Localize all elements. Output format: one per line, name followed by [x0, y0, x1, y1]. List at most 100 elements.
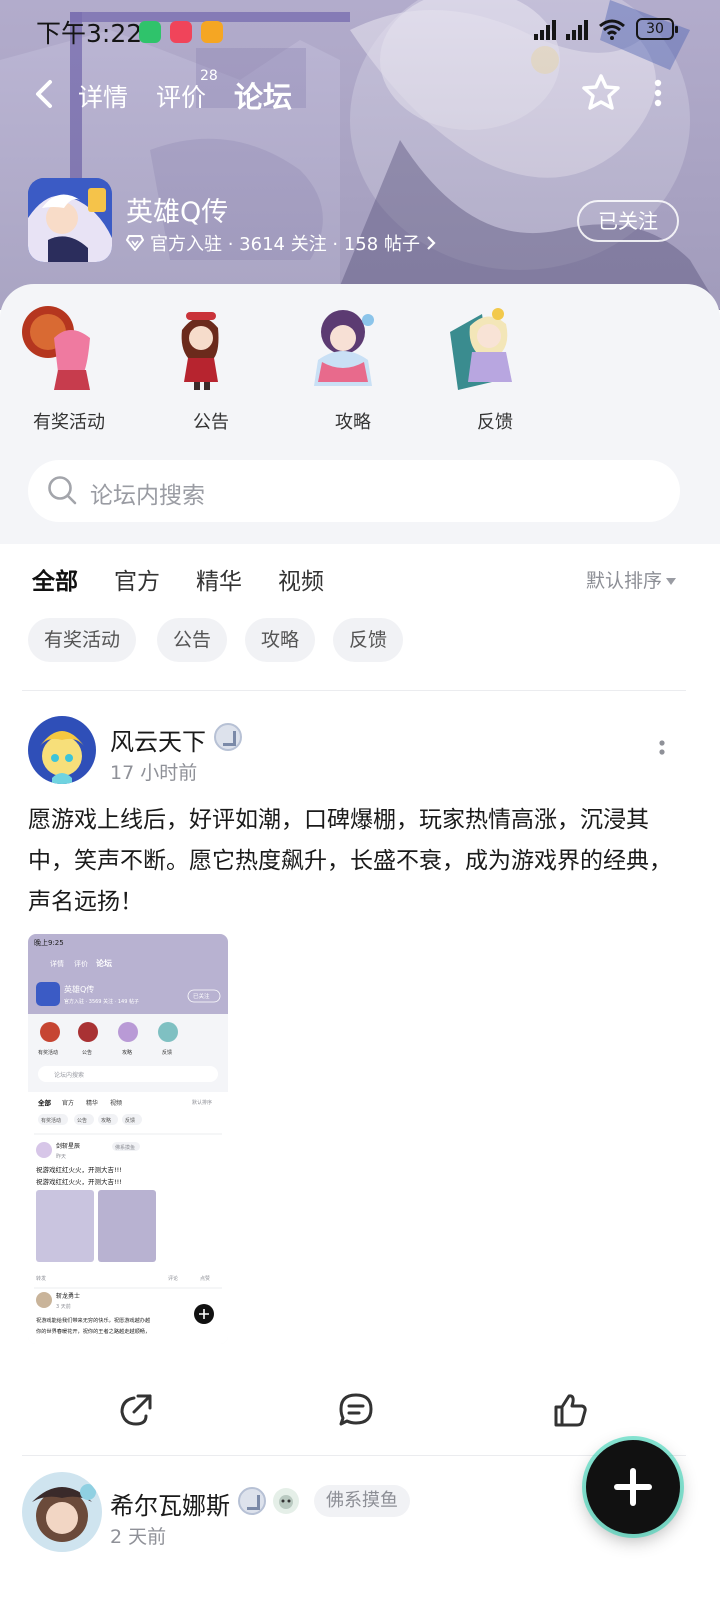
post-author[interactable]: 希尔瓦娜斯: [110, 1486, 230, 1521]
verified-diamond-icon: [126, 235, 144, 251]
user-tag: 佛系摸鱼: [314, 1485, 410, 1517]
sort-label: 默认排序: [586, 570, 663, 592]
tab-forum-label: 论坛: [234, 80, 293, 114]
divider: [22, 1455, 686, 1456]
game-meta[interactable]: 官方入驻 · 3614 关注 · 158 帖子: [126, 230, 436, 256]
shot-tab-forum: 论坛: [96, 958, 112, 968]
mascot-badge-icon: [273, 1488, 299, 1514]
top-nav: 详情 评价 28 论坛: [0, 66, 720, 126]
user-level-icon: [214, 723, 242, 751]
reviews-count-badge: 28: [200, 68, 218, 84]
sort-caret-icon: [666, 578, 677, 585]
filter-tab-all[interactable]: 全部: [32, 562, 78, 600]
shot-follow: 已关注: [193, 992, 210, 1000]
forum-search-input[interactable]: 论坛内搜索: [28, 460, 680, 522]
category-rewards-art: [22, 306, 90, 390]
favorite-star-icon[interactable]: [580, 72, 622, 114]
wifi-icon: [599, 19, 625, 40]
divider: [22, 690, 686, 691]
shot-filter-1: 官方: [62, 1099, 74, 1107]
filter-tab-official[interactable]: 官方: [114, 562, 160, 596]
tab-forum[interactable]: 论坛: [234, 74, 293, 122]
post-time: 17 小时前: [110, 762, 198, 784]
shot-post-footer-2: 点赞: [200, 1275, 210, 1282]
shot-game-name: 英雄Q传: [64, 984, 94, 994]
status-time: 下午3:22: [36, 19, 143, 48]
filter-tab-featured[interactable]: 精华: [196, 562, 242, 596]
cellular-signal-2-icon: [566, 18, 588, 40]
category-announcement-label: 公告: [193, 412, 229, 433]
search-icon: [48, 476, 77, 505]
chip-guide[interactable]: 攻略: [245, 618, 316, 662]
post-image-screenshot: 晚上9:25 详情 评价 论坛 英雄Q传 官方入驻 · 3569 关注 · 14…: [28, 934, 228, 1344]
shot-filter-0: 全部: [37, 1098, 52, 1107]
back-arrow-icon[interactable]: [30, 76, 62, 112]
wechat-notification-icon: [139, 21, 161, 43]
chip-feedback[interactable]: 反馈: [333, 618, 404, 662]
search-placeholder: 论坛内搜索: [90, 483, 205, 509]
game-name: 英雄Q传: [126, 197, 229, 228]
post-more-icon[interactable]: [652, 736, 672, 766]
shot-tab-reviews: 评价: [74, 960, 88, 968]
filter-tab-video[interactable]: 视频: [278, 562, 324, 596]
shot-cat-0: 有奖活动: [38, 1049, 58, 1056]
avatar[interactable]: [22, 1472, 102, 1552]
filter-tab-all-label: 全部: [32, 569, 78, 595]
tab-active-indicator: [236, 113, 292, 122]
shot-chip-0: 有奖活动: [41, 1117, 61, 1124]
chip-announcement[interactable]: 公告: [157, 618, 228, 662]
shot-post-footer-0: 转发: [36, 1275, 46, 1282]
forum-header: 下午3:22 30 详情 评价 28 论坛 英雄Q传 官方入驻 · 3614 关…: [0, 0, 720, 310]
shot-cat-3: 反馈: [162, 1049, 172, 1056]
shot-cat-2: 攻略: [122, 1049, 132, 1056]
shot-post2-time: 3 天前: [56, 1303, 71, 1310]
post-time: 2 天前: [110, 1526, 167, 1548]
shot-post-footer-1: 评论: [168, 1275, 178, 1282]
status-bar: 下午3:22 30: [0, 0, 720, 66]
shot-tab-details: 详情: [50, 959, 64, 968]
shot-post-time: 昨天: [56, 1153, 66, 1160]
category-rewards-label: 有奖活动: [33, 412, 105, 433]
tab-reviews[interactable]: 评价: [156, 78, 206, 114]
avatar-art: [22, 1472, 102, 1552]
post-content[interactable]: 愿游戏上线后，好评如潮，口碑爆棚，玩家热情高涨，沉浸其中，笑声不断。愿它热度飙升…: [28, 800, 688, 923]
create-post-button[interactable]: [586, 1440, 680, 1534]
avatar-art: [28, 716, 96, 784]
tab-details[interactable]: 详情: [78, 78, 128, 114]
sort-dropdown[interactable]: 默认排序: [586, 566, 677, 593]
category-feedback[interactable]: 反馈: [440, 302, 550, 434]
shot-post-line-0: 祝游戏红红火火，开测大吉!!!: [36, 1165, 122, 1174]
shot-status-time: 晚上9:25: [34, 938, 64, 947]
avatar[interactable]: [28, 716, 96, 784]
category-guide-label: 攻略: [335, 412, 371, 433]
category-announcement[interactable]: 公告: [156, 302, 266, 434]
follow-button[interactable]: 已关注: [577, 200, 679, 242]
post-author[interactable]: 风云天下: [110, 722, 206, 757]
shot-filter-3: 视频: [110, 1099, 122, 1107]
category-guide[interactable]: 攻略: [298, 302, 408, 434]
shot-post-author: 剑斩星辰: [56, 1142, 80, 1150]
user-level-icon: [238, 1487, 266, 1515]
category-rewards[interactable]: 有奖活动: [14, 302, 124, 434]
shot-post2-author: 斩龙勇士: [56, 1292, 80, 1300]
shot-filter-2: 精华: [86, 1099, 98, 1107]
game-icon[interactable]: [28, 178, 112, 262]
shot-chip-3: 反馈: [125, 1117, 135, 1124]
like-thumb-icon[interactable]: [550, 1390, 590, 1430]
xiaohongshu-notification-icon: [170, 21, 192, 43]
comment-icon[interactable]: [336, 1390, 376, 1430]
share-icon[interactable]: [116, 1390, 156, 1430]
more-vertical-icon[interactable]: [650, 78, 666, 108]
post-image[interactable]: 晚上9:25 详情 评价 论坛 英雄Q传 官方入驻 · 3569 关注 · 14…: [28, 934, 228, 1344]
chevron-right-icon: [427, 236, 436, 250]
shot-search: 论坛内搜索: [54, 1071, 84, 1079]
category-feedback-art: [450, 308, 512, 390]
forum-sheet: 有奖活动 公告 攻略 反馈 论坛内搜索: [0, 284, 720, 544]
shot-cat-1: 公告: [82, 1049, 92, 1056]
category-guide-art: [314, 310, 374, 386]
shot-chip-2: 攻略: [101, 1117, 111, 1124]
game-icon-art: [28, 178, 112, 262]
shot-post2-line-0: 祝游戏能给我们带来无穷的快乐，祝愿游戏越办越: [36, 1316, 151, 1324]
game-info: 英雄Q传 官方入驻 · 3614 关注 · 158 帖子 已关注: [0, 178, 720, 268]
chip-rewards[interactable]: 有奖活动: [28, 618, 137, 662]
